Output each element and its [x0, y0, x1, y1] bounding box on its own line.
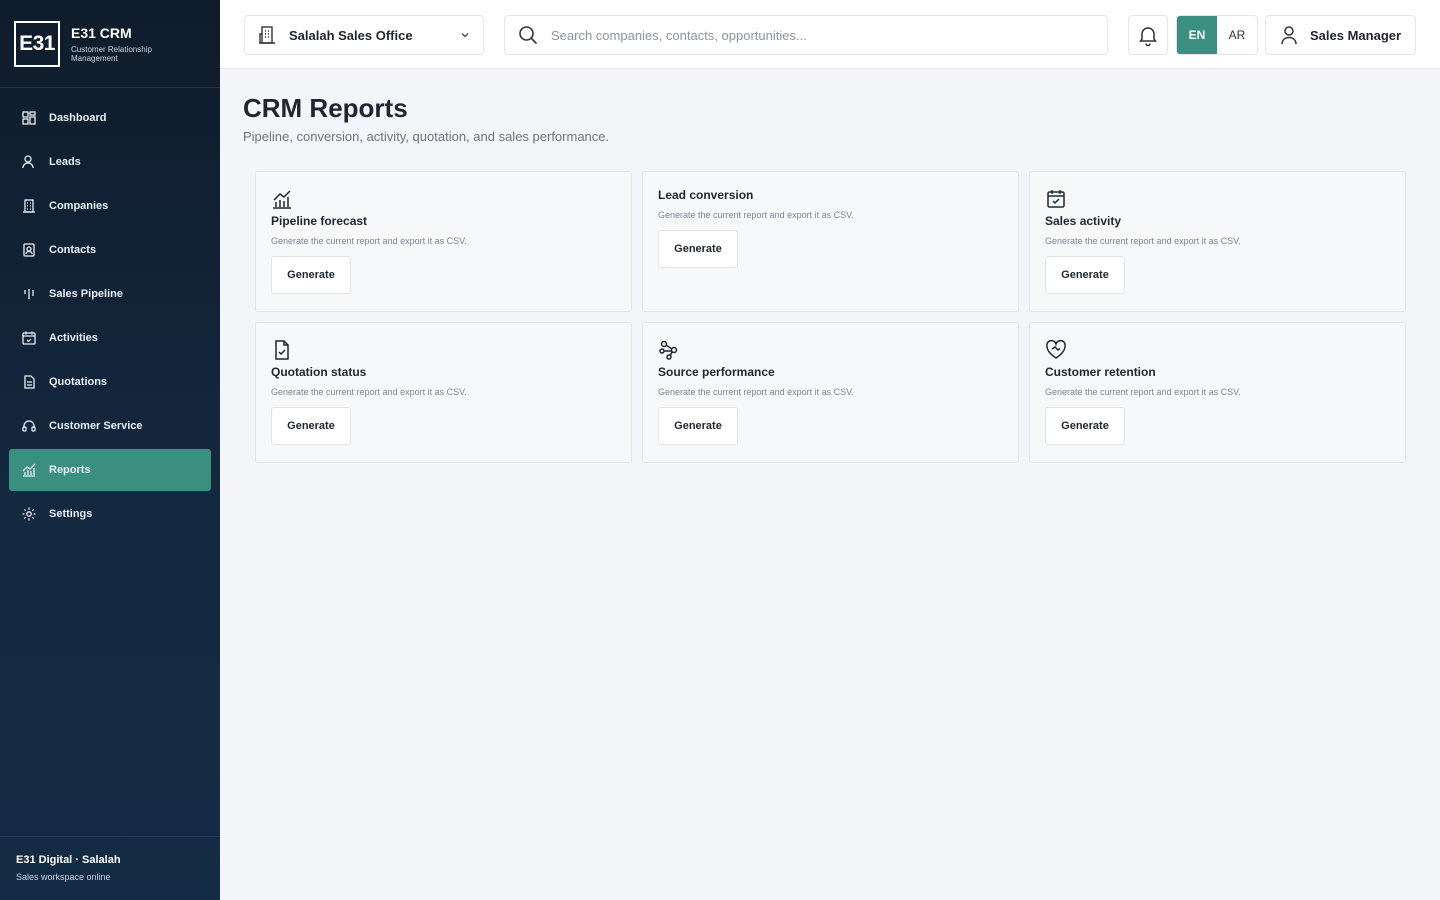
lang-en-button[interactable]: EN [1177, 16, 1217, 54]
generate-button[interactable]: Generate [1045, 256, 1125, 294]
search-bar [504, 15, 1108, 55]
report-card-customer-retention: Customer retention Generate the current … [1029, 322, 1406, 463]
top-header: Salalah Sales Office EN AR Sales Manager [220, 0, 1440, 69]
bell-icon [1139, 27, 1157, 46]
report-description: Generate the current report and export i… [271, 236, 467, 246]
user-menu[interactable]: Sales Manager [1265, 15, 1416, 55]
reports-grid: Pipeline forecast Generate the current r… [255, 171, 1406, 463]
user-icon [1281, 26, 1297, 45]
brand: E31 E31 CRM Customer Relationship Manage… [0, 0, 220, 88]
sidebar-item-label: Leads [49, 156, 81, 168]
page-title: CRM Reports [243, 93, 408, 123]
sidebar-item-label: Dashboard [49, 112, 107, 124]
brand-name: E31 CRM [71, 24, 132, 41]
chart-icon [22, 463, 36, 477]
generate-button[interactable]: Generate [658, 407, 738, 445]
report-card-lead-conversion: Lead conversion Generate the current rep… [642, 171, 1019, 312]
report-card-source-performance: Source performance Generate the current … [642, 322, 1019, 463]
sidebar-item-quotations[interactable]: Quotations [9, 361, 211, 403]
search-icon [519, 26, 538, 45]
building-icon [259, 26, 275, 44]
sidebar-item-activities[interactable]: Activities [9, 317, 211, 359]
report-description: Generate the current report and export i… [1045, 387, 1241, 397]
sidebar-item-settings[interactable]: Settings [9, 493, 211, 535]
workflow-icon [659, 340, 678, 360]
sidebar-item-label: Settings [49, 508, 93, 520]
report-title: Source performance [658, 365, 775, 379]
brand-subtitle: Customer Relationship Management [71, 44, 152, 63]
sidebar-item-reports[interactable]: Reports [9, 449, 211, 491]
report-title: Lead conversion [658, 188, 754, 202]
report-description: Generate the current report and export i… [271, 387, 467, 397]
gear-icon [22, 507, 36, 521]
document-check-icon [275, 340, 289, 360]
report-card-pipeline-forecast: Pipeline forecast Generate the current r… [255, 171, 632, 312]
sidebar-item-sales-pipeline[interactable]: Sales Pipeline [9, 273, 211, 315]
sidebar-nav: Dashboard Leads Companies Contacts Sales… [0, 88, 220, 535]
calendar-check-icon [1047, 190, 1065, 208]
user-icon [22, 155, 34, 169]
office-selector[interactable]: Salalah Sales Office [244, 15, 484, 55]
report-description: Generate the current report and export i… [1045, 236, 1241, 246]
generate-button[interactable]: Generate [1045, 407, 1125, 445]
sidebar-item-label: Contacts [49, 244, 97, 256]
logo: E31 [14, 20, 60, 67]
generate-button[interactable]: Generate [271, 407, 351, 445]
sidebar-item-label: Customer Service [49, 420, 143, 432]
footer-subtitle: Sales workspace online [16, 872, 111, 882]
chevron-down-icon [461, 32, 469, 38]
language-switcher: EN AR [1176, 15, 1258, 55]
generate-button[interactable]: Generate [271, 256, 351, 294]
report-title: Pipeline forecast [271, 214, 368, 228]
report-description: Generate the current report and export i… [658, 387, 854, 397]
search-input[interactable] [551, 27, 1095, 43]
sidebar-item-companies[interactable]: Companies [9, 185, 211, 227]
sidebar-item-label: Reports [49, 464, 91, 476]
pipeline-icon [24, 289, 34, 299]
office-selector-label: Salalah Sales Office [289, 27, 413, 43]
report-title: Customer retention [1045, 365, 1156, 379]
report-title: Sales activity [1045, 214, 1122, 228]
user-name: Sales Manager [1310, 27, 1402, 43]
sidebar-item-customer-service[interactable]: Customer Service [9, 405, 211, 447]
report-description: Generate the current report and export i… [658, 210, 854, 220]
sidebar-item-leads[interactable]: Leads [9, 141, 211, 183]
building-icon [23, 199, 35, 213]
generate-button[interactable]: Generate [658, 230, 738, 268]
sidebar-item-label: Activities [49, 332, 98, 344]
lang-ar-button[interactable]: AR [1217, 16, 1257, 54]
notifications-button[interactable] [1128, 15, 1168, 55]
sidebar-item-label: Sales Pipeline [49, 288, 123, 300]
report-title: Quotation status [271, 365, 367, 379]
sidebar-item-contacts[interactable]: Contacts [9, 229, 211, 271]
sidebar-item-label: Quotations [49, 376, 108, 388]
footer-title: E31 Digital · Salalah [16, 854, 121, 866]
document-icon [24, 375, 35, 389]
calendar-icon [22, 331, 36, 345]
sidebar-item-label: Companies [49, 200, 109, 212]
heart-handshake-icon [1046, 339, 1066, 359]
report-card-quotation-status: Quotation status Generate the current re… [255, 322, 632, 463]
grid-icon [22, 111, 36, 125]
page-subtitle: Pipeline, conversion, activity, quotatio… [243, 129, 610, 144]
sidebar: E31 E31 CRM Customer Relationship Manage… [0, 0, 220, 900]
chart-icon [273, 190, 291, 209]
sidebar-footer: E31 Digital · Salalah Sales workspace on… [0, 836, 220, 900]
contact-card-icon [23, 243, 35, 257]
sidebar-item-dashboard[interactable]: Dashboard [9, 97, 211, 139]
headset-icon [22, 420, 36, 432]
report-card-sales-activity: Sales activity Generate the current repo… [1029, 171, 1406, 312]
